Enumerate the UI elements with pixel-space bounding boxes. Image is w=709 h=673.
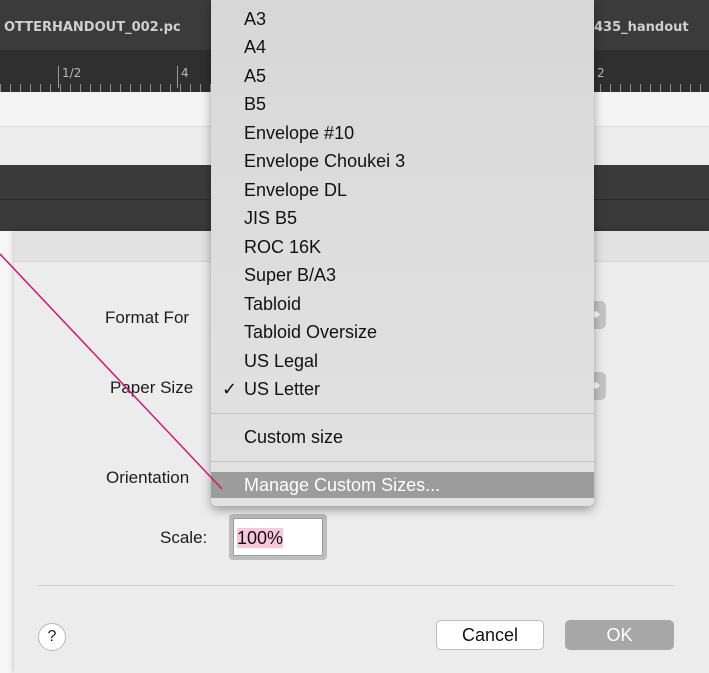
menu-item-super-b-a3[interactable]: Super B/A3 — [211, 264, 594, 287]
scale-label: Scale: — [160, 528, 208, 547]
menu-item-a5[interactable]: A5 — [211, 65, 594, 88]
scale-field-focus-ring: 100% — [229, 514, 327, 560]
cancel-button[interactable]: Cancel — [436, 620, 544, 650]
menu-item-us-letter[interactable]: ✓ US Letter — [211, 378, 594, 401]
menu-item-label: ROC 16K — [244, 237, 322, 257]
orientation-label: Orientation — [106, 468, 190, 487]
menu-item-label: Tabloid Oversize — [244, 322, 378, 342]
menu-item-label: B5 — [244, 94, 267, 114]
menu-item-label: JIS B5 — [244, 208, 298, 228]
document-tab-right[interactable]: 435_handout — [594, 20, 689, 35]
menu-separator — [211, 461, 594, 462]
menu-item-label: Manage Custom Sizes... — [244, 475, 441, 495]
menu-item-a4[interactable]: A4 — [211, 36, 594, 59]
ok-button[interactable]: OK — [565, 620, 674, 650]
menu-item-a3[interactable]: A3 — [211, 8, 594, 31]
scale-input-value: 100% — [237, 528, 284, 548]
menu-item-label: Super B/A3 — [244, 265, 337, 285]
menu-item-roc-16k[interactable]: ROC 16K — [211, 236, 594, 259]
dialog-divider — [38, 585, 674, 586]
window-edge — [0, 231, 14, 673]
menu-item-label: US Letter — [244, 379, 321, 399]
menu-item-label: Envelope DL — [244, 180, 348, 200]
menu-item-b5[interactable]: B5 — [211, 93, 594, 116]
menu-item-label: A4 — [244, 37, 267, 57]
menu-item-manage-custom-sizes[interactable]: Manage Custom Sizes... — [211, 472, 594, 498]
help-button[interactable]: ? — [38, 623, 66, 651]
checkmark-icon: ✓ — [222, 379, 238, 399]
menu-item-label: Tabloid — [244, 294, 302, 314]
menu-separator — [211, 413, 594, 414]
menu-item-jis-b5[interactable]: JIS B5 — [211, 207, 594, 230]
menu-item-label: Envelope Choukei 3 — [244, 151, 406, 171]
menu-item-envelope-10[interactable]: Envelope #10 — [211, 122, 594, 145]
menu-item-label: A3 — [244, 9, 267, 29]
menu-item-envelope-dl[interactable]: Envelope DL — [211, 179, 594, 202]
menu-item-label: Envelope #10 — [244, 123, 355, 143]
menu-item-label: US Legal — [244, 351, 319, 371]
document-tab-left[interactable]: OTTERHANDOUT_002.pc — [4, 20, 216, 35]
menu-item-tabloid[interactable]: Tabloid — [211, 293, 594, 316]
paper-size-label: Paper Size — [110, 378, 194, 397]
scale-input[interactable]: 100% — [233, 518, 323, 556]
paper-size-menu: A3 A4 A5 B5 Envelope #10 Envelope Chouke… — [211, 0, 594, 506]
menu-item-envelope-choukei-3[interactable]: Envelope Choukei 3 — [211, 150, 594, 173]
menu-item-label: A5 — [244, 66, 267, 86]
menu-item-tabloid-oversize[interactable]: Tabloid Oversize — [211, 321, 594, 344]
format-for-label: Format For — [105, 308, 190, 327]
menu-item-custom-size[interactable]: Custom size — [211, 426, 594, 449]
menu-item-us-legal[interactable]: US Legal — [211, 350, 594, 373]
menu-item-label: Custom size — [244, 427, 344, 447]
